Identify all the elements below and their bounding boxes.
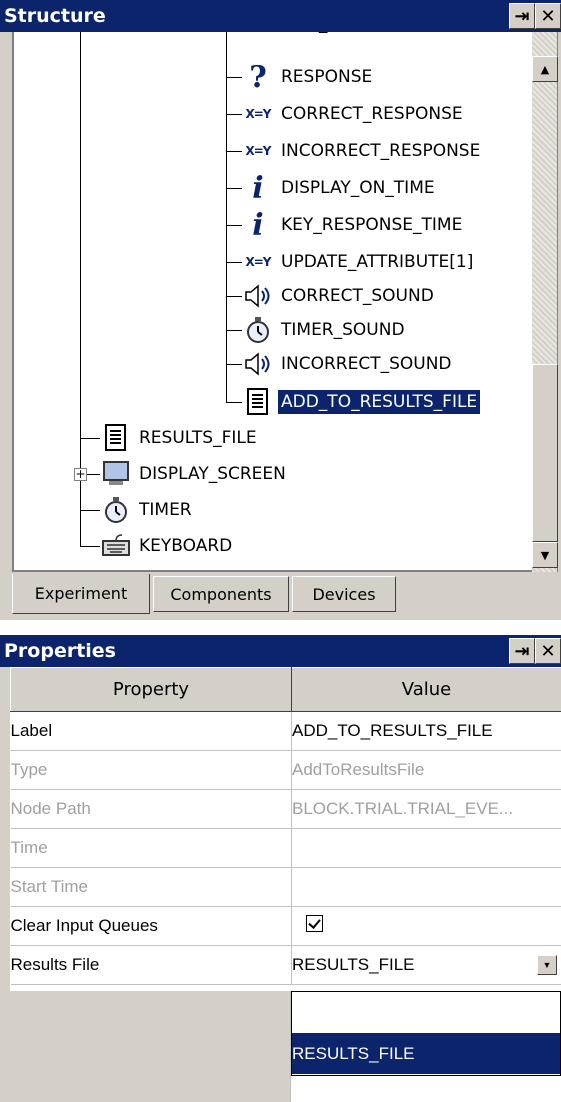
tree-connector (226, 32, 227, 402)
tree-item-display-on-time[interactable]: i DISPLAY_ON_TIME (242, 170, 438, 206)
properties-title: Properties (4, 640, 116, 662)
property-name: Clear Input Queues (10, 906, 292, 946)
tree-item-label: UPDATE_ATTRIBUTE[1] (281, 252, 474, 272)
dropdown-option-results-file[interactable]: RESULTS_FILE (292, 1033, 560, 1074)
label-value-field[interactable]: ADD_TO_RESULTS_FILE (291, 711, 561, 751)
pin-icon[interactable]: ⇥ (509, 638, 535, 664)
property-name: Results File (10, 945, 292, 985)
scroll-up-button[interactable]: ▲ (532, 56, 558, 82)
tree-item-label: DISPLAY_ON_TIME (281, 178, 435, 198)
property-name: Start Time (10, 867, 292, 907)
update-attribute-icon: X=Y (245, 255, 272, 269)
tree-item-key-response-time[interactable]: i KEY_RESPONSE_TIME (242, 207, 465, 243)
tab-experiment[interactable]: Experiment (12, 574, 150, 614)
table-row[interactable]: Time (10, 828, 561, 868)
tree-item-incorrect-response[interactable]: X=Y INCORRECT_RESPONSE (242, 134, 483, 168)
pin-icon[interactable]: ⇥ (509, 3, 535, 29)
sound-icon (242, 349, 274, 379)
tree-item-label: KEY_RESPONSE_TIME (281, 215, 463, 235)
info-icon: i (252, 207, 264, 243)
expand-display-screen-button[interactable]: + (74, 468, 87, 481)
timer-icon (100, 495, 132, 525)
tree-item-response[interactable]: ? RESPONSE (242, 59, 375, 95)
tree-item-label: DISPLAY_SCREEN (139, 464, 286, 484)
clear-input-queues-checkbox[interactable] (306, 915, 323, 932)
tree-item-results-file[interactable]: RESULTS_FILE (100, 421, 260, 455)
tab-devices[interactable]: Devices (292, 576, 396, 612)
tree-item-update-attribute[interactable]: X=Y UPDATE_ATTRIBUTE[1] (242, 245, 476, 279)
property-name: Time (10, 828, 292, 868)
results-file-dropdown-list[interactable]: RESULTS_FILE (291, 991, 561, 1076)
start-time-value (291, 867, 561, 907)
tree-item-correct-response[interactable]: X=Y CORRECT_RESPONSE (242, 97, 466, 131)
tree-item-label: RESPONSE (281, 67, 373, 87)
experiment-tree[interactable]: UPDATE_ATTRIBUTE + ? RESPONSE X=Y CORREC… (12, 32, 532, 572)
structure-title: Structure (4, 5, 106, 27)
value-column-header[interactable]: Value (291, 667, 561, 712)
table-row[interactable]: Label ADD_TO_RESULTS_FILE (10, 711, 561, 751)
table-row[interactable]: Results File RESULTS_FILE ▼ (10, 945, 561, 985)
table-row[interactable]: Type AddToResultsFile (10, 750, 561, 790)
chevron-down-icon[interactable]: ▼ (537, 955, 557, 975)
structure-title-bar: Structure ⇥ ✕ (0, 0, 561, 32)
tree-item-label: ADD_TO_RESULTS_FILE (276, 389, 482, 415)
structure-panel: UPDATE_ATTRIBUTE + ? RESPONSE X=Y CORREC… (0, 32, 561, 574)
tree-connector (80, 32, 81, 512)
tab-label: Components (170, 584, 272, 604)
display-screen-icon (100, 459, 132, 489)
type-value: AddToResultsFile (291, 750, 561, 790)
results-file-icon (100, 423, 132, 453)
tree-item-timer[interactable]: TIMER (100, 493, 195, 527)
results-file-select[interactable]: RESULTS_FILE ▼ (292, 946, 561, 984)
property-name: Node Path (10, 789, 292, 829)
info-icon: i (252, 170, 264, 206)
tab-label: Devices (312, 584, 376, 604)
tree-item-label: INCORRECT_SOUND (281, 354, 452, 374)
tree-item-add-to-results-file[interactable]: ADD_TO_RESULTS_FILE (242, 385, 482, 419)
tree-item-label: INCORRECT_RESPONSE (281, 141, 481, 161)
tree-item-incorrect-sound[interactable]: INCORRECT_SOUND (242, 347, 455, 381)
close-icon[interactable]: ✕ (535, 638, 561, 664)
scroll-thumb[interactable] (532, 364, 558, 542)
table-row[interactable]: Clear Input Queues (10, 906, 561, 946)
tab-components[interactable]: Components (153, 576, 289, 612)
properties-title-bar: Properties ⇥ ✕ (0, 635, 561, 667)
properties-grid: Property Value Label ADD_TO_RESULTS_FILE… (10, 667, 561, 985)
node-path-value: BLOCK.TRIAL.TRIAL_EVE... (291, 789, 561, 829)
tree-scrollbar[interactable]: ▲ ▼ (532, 32, 558, 572)
tree-item-label: RESULTS_FILE (139, 428, 257, 448)
table-row[interactable]: Start Time (10, 867, 561, 907)
response-icon: ? (249, 59, 267, 95)
tree-item-keyboard[interactable]: KEYBOARD (100, 529, 235, 563)
tab-label: Experiment (34, 584, 128, 603)
tree-item-label: TIMER_SOUND (281, 320, 405, 340)
timer-icon (242, 315, 274, 345)
dropdown-option-empty[interactable] (292, 992, 560, 1033)
properties-panel: Property Value Label ADD_TO_RESULTS_FILE… (0, 667, 561, 1102)
property-name: Label (10, 711, 292, 751)
tree-item-timer-sound[interactable]: TIMER_SOUND (242, 313, 408, 347)
property-name: Type (10, 750, 292, 790)
keyboard-icon (100, 531, 132, 561)
results-file-icon (242, 387, 274, 417)
tree-item-label: CORRECT_RESPONSE (281, 104, 463, 124)
results-file-select-value: RESULTS_FILE (292, 955, 415, 974)
time-value (291, 828, 561, 868)
panel-tabs: Experiment Components Devices (0, 574, 561, 620)
table-row[interactable]: Node Path BLOCK.TRIAL.TRIAL_EVE... (10, 789, 561, 829)
clipped-tree-item: UPDATE_ATTRIBUTE (252, 32, 420, 34)
scroll-down-button[interactable]: ▼ (532, 542, 558, 568)
tree-item-correct-sound[interactable]: CORRECT_SOUND (242, 279, 437, 313)
tree-item-display-screen[interactable]: DISPLAY_SCREEN (100, 457, 289, 491)
update-attribute-icon: X=Y (245, 144, 272, 158)
tree-item-label: CORRECT_SOUND (281, 286, 434, 306)
tree-item-label: KEYBOARD (139, 536, 233, 556)
property-column-header[interactable]: Property (10, 667, 292, 712)
close-icon[interactable]: ✕ (535, 3, 561, 29)
tree-item-label: TIMER (139, 500, 192, 520)
sound-icon (242, 281, 274, 311)
update-attribute-icon: X=Y (245, 107, 272, 121)
